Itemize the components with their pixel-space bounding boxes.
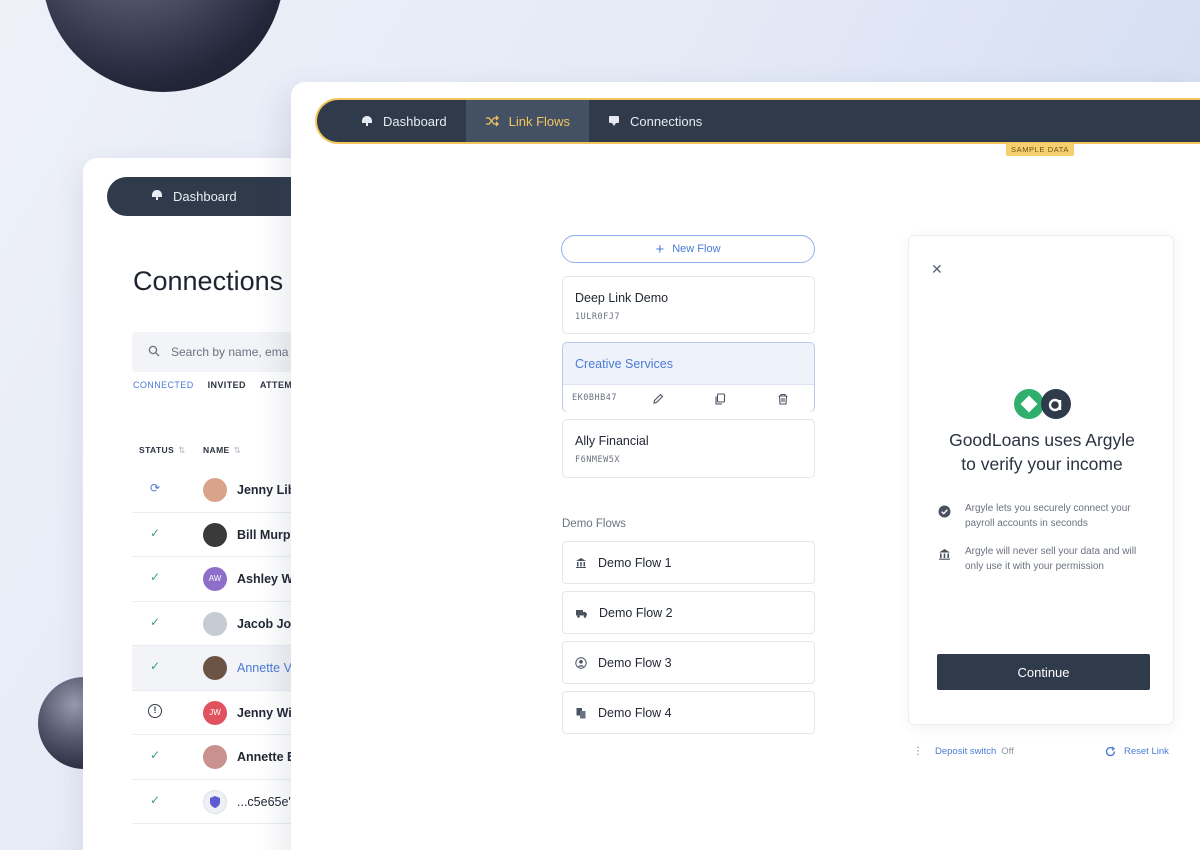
flow-code: F6NMEW5X — [575, 455, 620, 465]
demo-flow-label: Demo Flow 3 — [598, 655, 672, 670]
column-header-status[interactable]: STATUS ⇅ — [139, 445, 186, 456]
main-nav-bar: Dashboard Link Flows Connections — [315, 98, 1200, 144]
connections-panel: Dashboard Connections Search by name, em… — [83, 158, 323, 850]
person-icon — [575, 656, 587, 669]
copy-icon — [576, 707, 586, 718]
trash-icon[interactable] — [777, 392, 789, 410]
copy-icon[interactable] — [714, 392, 726, 410]
demo-flow-item[interactable]: Demo Flow 4 — [562, 691, 815, 734]
demo-flow-label: Demo Flow 2 — [599, 605, 673, 620]
flow-card[interactable]: Deep Link Demo 1ULR0FJ7 — [562, 276, 815, 334]
row-name: Bill Murpl — [237, 527, 294, 542]
nav-link-flows[interactable]: Link Flows — [465, 100, 590, 142]
check-badge-icon — [938, 505, 951, 518]
preview-title: GoodLoans uses Argyle to verify your inc… — [909, 428, 1175, 476]
deposit-switch-state: Off — [1001, 746, 1014, 757]
column-header-name[interactable]: NAME ⇅ — [203, 445, 241, 456]
row-name: Ashley W — [237, 572, 294, 586]
edit-icon[interactable] — [652, 392, 664, 410]
page-title: Connections — [133, 266, 284, 296]
truck-icon — [576, 609, 587, 618]
nav-connections[interactable]: Connections — [589, 100, 721, 142]
avatar — [203, 789, 227, 814]
row-name: Annette V — [237, 661, 292, 675]
new-flow-label: New Flow — [672, 243, 721, 255]
demo-flow-item[interactable]: Demo Flow 2 — [562, 591, 815, 634]
sync-icon: ⟳ — [149, 481, 161, 495]
preview-title-line1: GoodLoans uses Argyle — [949, 430, 1135, 450]
flow-code: 1ULR0FJ7 — [575, 312, 620, 322]
avatar: JW — [203, 700, 227, 725]
link-flows-panel: Dashboard Link Flows Connections SAMPLE … — [291, 82, 1200, 850]
avatar: AW — [203, 567, 227, 591]
warning-icon: ! — [148, 703, 162, 718]
continue-button[interactable]: Continue — [937, 654, 1150, 690]
shuffle-icon — [485, 115, 499, 127]
preview-title-line2: to verify your income — [961, 454, 1123, 474]
new-flow-button[interactable]: + New Flow — [561, 235, 815, 263]
decorative-sphere-top — [42, 0, 284, 92]
search-icon — [148, 345, 160, 360]
check-icon: ✓ — [149, 748, 161, 762]
bank-icon — [576, 557, 586, 568]
avatar — [203, 522, 227, 547]
nav-connections-label: Connections — [630, 113, 703, 129]
sample-data-badge: SAMPLE DATA — [1006, 143, 1075, 156]
demo-flows-heading: Demo Flows — [562, 518, 626, 530]
tab-attempted[interactable]: ATTEM — [260, 380, 292, 390]
demo-flow-label: Demo Flow 1 — [598, 555, 672, 570]
row-name: Jenny Wi — [237, 705, 292, 720]
flow-card-selected[interactable]: Creative Services EK0BHB47 — [562, 342, 815, 412]
flow-name: Creative Services — [575, 357, 673, 371]
filter-tabs: CONNECTED INVITED ATTEM — [133, 380, 292, 390]
search-placeholder: Search by name, ema — [171, 345, 289, 359]
deposit-switch-toggle[interactable]: ⋮ Deposit switch Off — [913, 746, 1014, 757]
reset-link-button[interactable]: Reset Link — [1105, 746, 1169, 757]
back-nav-dashboard[interactable]: Dashboard — [173, 189, 237, 204]
check-icon: ✓ — [149, 570, 161, 584]
tab-connected[interactable]: CONNECTED — [133, 380, 194, 390]
demo-flow-item[interactable]: Demo Flow 1 — [562, 541, 815, 584]
sort-icon: ⇅ — [178, 445, 186, 455]
close-icon[interactable]: ✕ — [931, 261, 943, 278]
deposit-switch-label: Deposit switch — [935, 746, 997, 757]
refresh-icon — [1105, 746, 1116, 757]
plus-icon: + — [655, 240, 665, 258]
check-icon: ✓ — [149, 525, 161, 540]
connections-icon — [609, 116, 620, 126]
check-icon: ✓ — [149, 614, 161, 629]
link-preview-panel: ✕ GoodLoans uses Argyle to verify your i… — [908, 235, 1174, 725]
preview-point-privacy: Argyle will never sell your data and wil… — [939, 545, 1136, 574]
nav-link-flows-label: Link Flows — [508, 113, 571, 129]
tab-invited[interactable]: INVITED — [208, 380, 246, 390]
sort-icon: ⇅ — [233, 445, 242, 455]
dashboard-icon — [151, 189, 163, 204]
dashboard-icon — [362, 116, 372, 126]
preview-point-secure: Argyle lets you securely connect your pa… — [938, 502, 1131, 531]
flow-card[interactable]: Ally Financial F6NMEW5X — [562, 419, 815, 478]
partner-logos-icon — [1014, 389, 1071, 419]
avatar — [203, 745, 227, 769]
bank-icon — [939, 549, 950, 560]
row-name: Annette E — [237, 750, 296, 764]
avatar — [203, 611, 227, 636]
demo-flow-item[interactable]: Demo Flow 3 — [562, 641, 815, 684]
row-name: ...c5e65e' — [237, 794, 291, 809]
check-icon: ✓ — [149, 659, 161, 673]
flow-code: EK0BHB47 — [572, 393, 617, 403]
row-name: Jenny Lib — [237, 483, 296, 497]
flow-name: Deep Link Demo — [575, 291, 669, 305]
reset-link-label: Reset Link — [1124, 746, 1169, 757]
avatar — [203, 656, 227, 680]
nav-dashboard[interactable]: Dashboard — [342, 100, 466, 142]
row-name: Jacob Jor — [237, 616, 297, 631]
flow-name: Ally Financial — [575, 434, 649, 448]
demo-flow-label: Demo Flow 4 — [598, 705, 672, 720]
more-icon: ⋮ — [913, 746, 923, 757]
check-icon: ✓ — [149, 792, 161, 807]
avatar — [203, 478, 227, 502]
nav-dashboard-label: Dashboard — [383, 113, 447, 129]
